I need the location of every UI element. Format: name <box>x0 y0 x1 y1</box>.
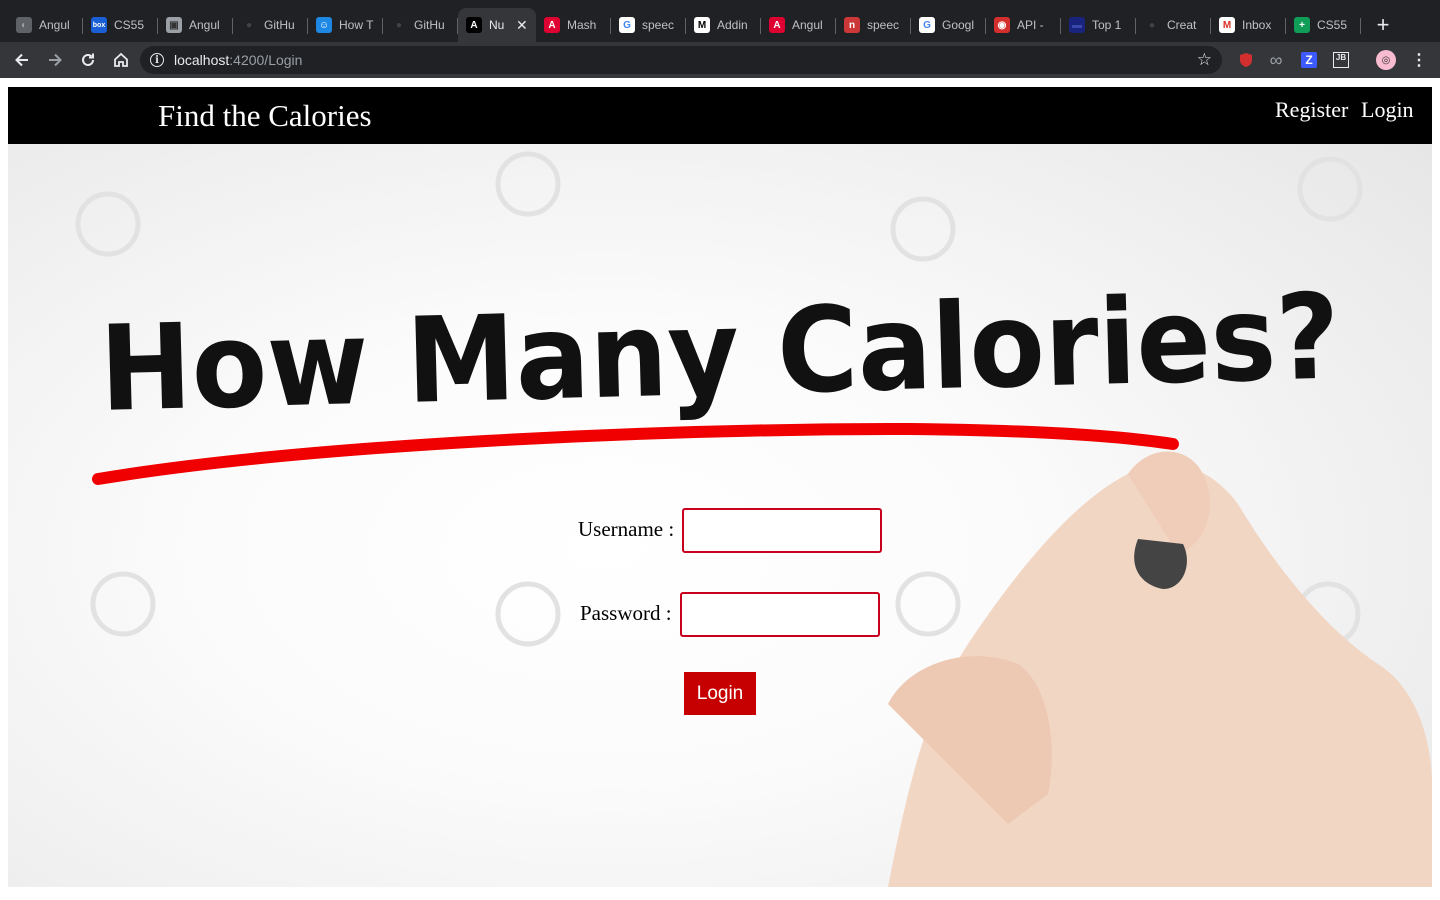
forward-button[interactable] <box>41 46 69 74</box>
extension-jb-icon[interactable]: JB <box>1331 50 1351 70</box>
github-icon: ● <box>241 17 257 33</box>
browser-tab[interactable]: ▬ Top 1 <box>1061 8 1136 42</box>
globe-icon: ◐ <box>16 17 32 33</box>
avatar-icon: ▣ <box>166 17 182 33</box>
browser-tab[interactable]: + CS55 <box>1286 8 1361 42</box>
browser-tab[interactable]: ● Creat <box>1136 8 1211 42</box>
tab-title: Angul <box>792 18 823 32</box>
hero-headline: How Many Calories? <box>98 267 1341 437</box>
github-icon: ● <box>1144 17 1160 33</box>
box-icon: box <box>91 17 107 33</box>
url-host: localhost <box>174 52 230 68</box>
tab-title: CS55 <box>114 18 145 32</box>
browser-tab[interactable]: M Addin <box>686 8 761 42</box>
register-link[interactable]: Register <box>1275 97 1348 123</box>
tab-title: speec <box>867 18 900 32</box>
tab-close-icon[interactable]: ✕ <box>516 18 530 32</box>
browser-tab[interactable]: G speec <box>611 8 686 42</box>
tab-title: CS55 <box>1317 18 1348 32</box>
password-label: Password : <box>580 601 672 625</box>
tab-title: GitHu <box>414 18 445 32</box>
shield-icon: ◉ <box>994 17 1010 33</box>
home-button[interactable] <box>107 46 135 74</box>
tab-title: GitHu <box>264 18 295 32</box>
new-tab-button[interactable]: + <box>1369 11 1397 39</box>
tab-title: speec <box>642 18 675 32</box>
home-icon <box>114 52 128 67</box>
browser-tab[interactable]: n speec <box>836 8 911 42</box>
google-icon: G <box>919 17 935 33</box>
browser-menu-icon[interactable]: ⋮ <box>1409 50 1429 70</box>
bot-icon: ☺ <box>316 17 332 33</box>
address-bar[interactable]: i localhost:4200/Login ☆ <box>140 46 1222 74</box>
login-link[interactable]: Login <box>1361 97 1414 123</box>
tab-title: API - <box>1017 18 1044 32</box>
hand-illustration <box>888 451 1432 887</box>
tab-title: Inbox <box>1242 18 1272 32</box>
username-label: Username : <box>578 517 675 541</box>
google-icon: G <box>619 17 635 33</box>
medium-icon: M <box>694 17 710 33</box>
browser-tab[interactable]: ◉ API - <box>986 8 1061 42</box>
username-input[interactable] <box>682 508 882 553</box>
back-button[interactable] <box>8 46 36 74</box>
browser-tab[interactable]: ● GitHu <box>233 8 308 42</box>
reload-icon <box>82 53 94 66</box>
tab-title: Top 1 <box>1092 18 1122 32</box>
browser-tab[interactable]: A Mash <box>536 8 611 42</box>
tab-title: Nu <box>489 18 505 32</box>
sheets-icon: + <box>1294 17 1310 33</box>
tab-title: Creat <box>1167 18 1197 32</box>
browser-tab[interactable]: ◐ Angul <box>8 8 83 42</box>
tab-title: Angul <box>189 18 220 32</box>
flag-icon: ▬ <box>1069 17 1085 33</box>
tab-title: How T <box>339 18 374 32</box>
profile-avatar[interactable]: ◎ <box>1376 50 1396 70</box>
tab-title: Googl <box>942 18 975 32</box>
angular-icon: A <box>544 17 560 33</box>
gmail-icon: M <box>1219 17 1235 33</box>
nuxt-icon: A <box>466 17 482 33</box>
tab-title: Angul <box>39 18 70 32</box>
browser-tab-strip: ◐ Angul box CS55 ▣ Angul ● GitHu ☺ How T… <box>0 0 1440 42</box>
npm-icon: n <box>844 17 860 33</box>
github-icon: ● <box>391 17 407 33</box>
top-navbar: Find the Calories Register Login <box>8 87 1432 144</box>
password-input[interactable] <box>680 592 880 637</box>
extension-z-icon[interactable]: Z <box>1299 50 1319 70</box>
browser-tab[interactable]: A Angul <box>761 8 836 42</box>
bookmark-star-icon[interactable]: ☆ <box>1197 50 1212 70</box>
browser-tab[interactable]: ● GitHu <box>383 8 458 42</box>
arrow-right-icon <box>49 53 62 67</box>
browser-tab[interactable]: ☺ How T <box>308 8 383 42</box>
extension-shield-icon[interactable] <box>1236 50 1256 70</box>
browser-tab[interactable]: A Nu ✕ <box>458 8 536 42</box>
arrow-left-icon <box>15 53 28 67</box>
browser-tab[interactable]: G Googl <box>911 8 986 42</box>
tab-title: Addin <box>717 18 748 32</box>
reload-button[interactable] <box>74 46 102 74</box>
browser-toolbar: i localhost:4200/Login ☆ ∞ Z JB ◎ ⋮ <box>0 42 1440 78</box>
shield-icon <box>1240 53 1252 67</box>
browser-tab[interactable]: box CS55 <box>83 8 158 42</box>
browser-tab[interactable]: ▣ Angul <box>158 8 233 42</box>
url-path: :4200/Login <box>229 52 303 68</box>
browser-tab[interactable]: M Inbox <box>1211 8 1286 42</box>
angular-icon: A <box>769 17 785 33</box>
info-icon[interactable]: i <box>150 53 164 67</box>
page-viewport: How Many Calories? Find the Calories Reg… <box>8 87 1432 887</box>
tab-title: Mash <box>567 18 597 32</box>
red-underline-stroke <box>92 422 1179 485</box>
login-submit-button[interactable]: Login <box>684 672 756 715</box>
brand-title[interactable]: Find the Calories <box>158 98 372 134</box>
extension-infinity-icon[interactable]: ∞ <box>1266 50 1286 70</box>
